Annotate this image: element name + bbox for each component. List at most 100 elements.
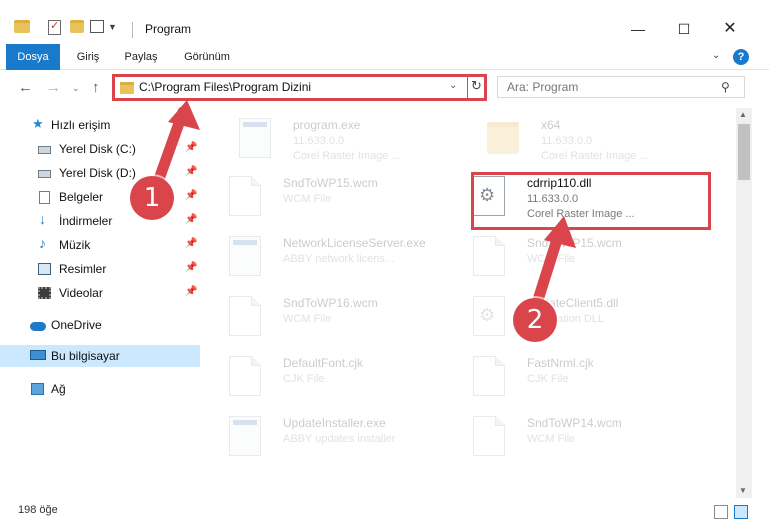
details-view-icon[interactable] bbox=[714, 505, 728, 519]
sidebar-item-label: Ağ bbox=[51, 382, 66, 396]
title-separator bbox=[132, 22, 133, 38]
file-item[interactable]: UpdateInstaller.exe ABBY updates install… bbox=[215, 410, 451, 466]
pin-icon[interactable]: 📌 bbox=[185, 286, 197, 297]
step-2-badge: 2 bbox=[513, 298, 557, 342]
address-bar[interactable]: C:\Program Files\Program Dizini ⌄ ↻ bbox=[112, 74, 487, 101]
tab-giris[interactable]: Giriş bbox=[70, 44, 106, 70]
exe-icon bbox=[239, 118, 271, 158]
file-meta: WCM File bbox=[527, 253, 576, 265]
file-meta: 11.633.0.0 bbox=[293, 135, 345, 147]
sidebar-item-videos[interactable]: Videolar 📌 bbox=[0, 282, 200, 304]
download-icon: ↓ bbox=[39, 211, 46, 227]
file-item[interactable]: SndToWP15.wcm WCM File bbox=[215, 170, 451, 226]
file-meta: WCM File bbox=[283, 193, 332, 205]
new-folder-icon[interactable] bbox=[70, 20, 84, 33]
search-input[interactable]: Ara: Program ⚲ bbox=[497, 76, 745, 98]
file-meta: CJK File bbox=[527, 373, 569, 385]
sidebar-item-label: OneDrive bbox=[51, 318, 102, 332]
file-item[interactable]: DefaultFont.cjk CJK File bbox=[215, 350, 451, 406]
status-bar: 198 öğe bbox=[0, 498, 769, 530]
file-meta: ABBY updates installer bbox=[283, 433, 396, 445]
drive-icon bbox=[38, 146, 51, 154]
file-item[interactable]: NetworkLicenseServer.exe ABBY network li… bbox=[215, 230, 451, 286]
pin-icon[interactable]: 📌 bbox=[185, 190, 197, 201]
file-meta: Corel Raster Image ... bbox=[541, 150, 649, 162]
file-name: x64 bbox=[541, 118, 561, 132]
folder-icon[interactable] bbox=[14, 20, 30, 33]
sidebar-item-quick-access[interactable]: ★ Hızlı erişim bbox=[0, 114, 200, 136]
pin-icon[interactable]: 📌 bbox=[185, 262, 197, 273]
refresh-icon[interactable]: ↻ bbox=[471, 78, 482, 94]
file-meta: 11.633.0.0 bbox=[541, 135, 593, 147]
minimize-button[interactable]: — bbox=[615, 14, 661, 44]
window-title: Program bbox=[145, 22, 192, 36]
sidebar-item-label: Belgeler bbox=[59, 190, 104, 204]
highlight-box bbox=[471, 172, 711, 230]
file-item[interactable]: UpdateClient5.dll Application DLL bbox=[459, 290, 695, 346]
back-icon[interactable]: ← bbox=[18, 79, 33, 96]
item-count: 198 öğe bbox=[18, 504, 58, 516]
navigation-bar: ← → ⌄ ↑ C:\Program Files\Program Dizini … bbox=[0, 71, 769, 105]
document-icon bbox=[473, 356, 505, 396]
large-icons-view-icon[interactable] bbox=[734, 505, 748, 519]
sidebar-item-this-pc[interactable]: Bu bilgisayar bbox=[0, 345, 200, 367]
folder-item[interactable]: x64 11.633.0.0 Corel Raster Image ... bbox=[473, 112, 709, 168]
folder-icon bbox=[120, 82, 134, 94]
pin-icon[interactable]: 📌 bbox=[185, 238, 197, 249]
sidebar-item-pictures[interactable]: Resimler 📌 bbox=[0, 258, 200, 280]
navigation-pane: ★ Hızlı erişim Yerel Disk (C:) 📌 Yerel D… bbox=[0, 108, 202, 498]
music-icon: ♪ bbox=[39, 235, 46, 251]
view-icon[interactable] bbox=[90, 20, 104, 33]
scroll-up-icon[interactable]: ▲ bbox=[739, 110, 747, 119]
video-icon bbox=[38, 287, 51, 299]
file-name: FastNrml.cjk bbox=[527, 356, 594, 370]
sidebar-item-downloads[interactable]: ↓ İndirmeler 📌 bbox=[0, 210, 200, 232]
scroll-down-icon[interactable]: ▼ bbox=[739, 486, 747, 495]
file-item[interactable]: SndToWP14.wcm WCM File bbox=[459, 410, 695, 466]
file-meta: WCM File bbox=[527, 433, 576, 445]
address-path[interactable]: C:\Program Files\Program Dizini bbox=[139, 80, 311, 94]
vertical-scrollbar[interactable]: ▲ ▼ bbox=[736, 108, 752, 498]
sidebar-item-disk-d[interactable]: Yerel Disk (D:) 📌 bbox=[0, 162, 200, 184]
address-dropdown-icon[interactable]: ⌄ bbox=[449, 80, 457, 91]
exe-icon bbox=[229, 236, 261, 276]
pin-icon[interactable]: 📌 bbox=[185, 142, 197, 153]
tab-dosya[interactable]: Dosya bbox=[6, 44, 60, 70]
file-meta: CJK File bbox=[283, 373, 325, 385]
quick-access-dropdown-icon[interactable]: ▼ bbox=[108, 22, 117, 42]
file-name: SndToWP16.wcm bbox=[283, 296, 378, 310]
title-bar: ▼ Program — ☐ ✕ bbox=[0, 0, 769, 44]
file-item[interactable]: SndToWP16.wcm WCM File bbox=[215, 290, 451, 346]
file-name: SndToWP14.wcm bbox=[527, 416, 622, 430]
sidebar-item-disk-c[interactable]: Yerel Disk (C:) 📌 bbox=[0, 138, 200, 160]
recent-locations-icon[interactable]: ⌄ bbox=[72, 83, 80, 94]
sidebar-item-network[interactable]: Ağ bbox=[0, 378, 200, 400]
file-meta: Corel Raster Image ... bbox=[293, 150, 401, 162]
step-1-badge: 1 bbox=[130, 176, 174, 220]
document-icon bbox=[39, 191, 50, 204]
properties-icon[interactable] bbox=[48, 19, 61, 35]
folder-icon bbox=[487, 122, 519, 154]
up-icon[interactable]: ↑ bbox=[92, 79, 100, 96]
scroll-thumb[interactable] bbox=[738, 124, 750, 180]
sidebar-item-music[interactable]: ♪ Müzik 📌 bbox=[0, 234, 200, 256]
file-item[interactable]: program.exe 11.633.0.0 Corel Raster Imag… bbox=[225, 112, 461, 168]
help-icon[interactable]: ? bbox=[733, 49, 749, 65]
pin-icon[interactable]: 📌 bbox=[185, 166, 197, 177]
maximize-button[interactable]: ☐ bbox=[661, 14, 707, 44]
network-icon bbox=[31, 383, 44, 395]
file-item[interactable]: SndToWP15.wcm WCM File bbox=[459, 230, 695, 286]
tab-gorunum[interactable]: Görünüm bbox=[176, 44, 238, 70]
document-icon bbox=[473, 236, 505, 276]
document-icon bbox=[229, 296, 261, 336]
close-button[interactable]: ✕ bbox=[707, 14, 753, 44]
expand-ribbon-icon[interactable]: ⌄ bbox=[712, 50, 720, 61]
file-item[interactable]: FastNrml.cjk CJK File bbox=[459, 350, 695, 406]
tab-paylas[interactable]: Paylaş bbox=[120, 44, 162, 70]
search-icon[interactable]: ⚲ bbox=[721, 80, 730, 94]
file-meta: WCM File bbox=[283, 313, 332, 325]
drive-icon bbox=[38, 170, 51, 178]
sidebar-item-onedrive[interactable]: OneDrive bbox=[0, 314, 200, 336]
pin-icon[interactable]: 📌 bbox=[185, 214, 197, 225]
forward-icon[interactable]: → bbox=[46, 79, 61, 96]
